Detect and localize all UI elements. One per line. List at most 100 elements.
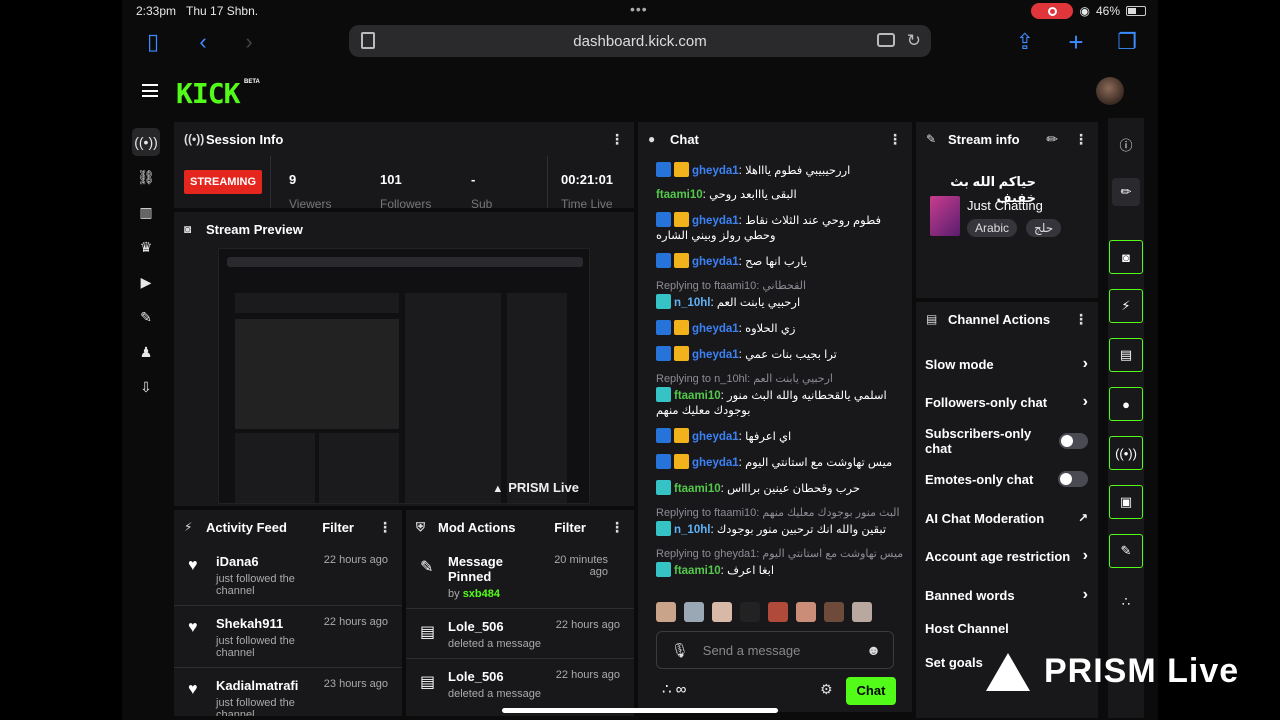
mic-icon[interactable]: 🎙 — [671, 642, 689, 659]
notes-icon[interactable]: ▤ — [1109, 338, 1143, 372]
home-indicator[interactable] — [502, 708, 778, 713]
address-bar[interactable]: dashboard.kick.com ↻ — [349, 25, 931, 57]
chat-message[interactable]: gheyda1: يارب انها صح — [656, 253, 904, 270]
emote[interactable] — [796, 602, 816, 622]
emote[interactable] — [768, 602, 788, 622]
lightning-icon[interactable]: ⚡ — [1109, 289, 1143, 323]
chat-icon[interactable]: ● — [1109, 387, 1143, 421]
users-icon[interactable]: ♟ — [132, 338, 160, 366]
chevron-right-icon: › — [1082, 355, 1088, 372]
chat-username[interactable]: ftaami10 — [674, 565, 721, 577]
chat-username[interactable]: gheyda1 — [692, 323, 739, 335]
new-tab-icon[interactable]: + — [1061, 28, 1091, 56]
chat-username[interactable]: gheyda1 — [692, 431, 739, 443]
gear-icon[interactable]: ⚙ — [820, 681, 833, 698]
chat-username[interactable]: ftaami10 — [674, 483, 721, 495]
extensions-icon[interactable] — [877, 33, 895, 47]
camera-icon[interactable]: ◙ — [1109, 240, 1143, 274]
edit-icon[interactable]: ✏ — [1046, 131, 1058, 148]
chat-extras-icon[interactable]: ∴ ∞ — [662, 680, 686, 698]
more-icon[interactable]: ⋮ — [1074, 131, 1088, 148]
chat-username[interactable]: gheyda1 — [692, 215, 739, 227]
chevron-right-icon: › — [1082, 393, 1088, 410]
back-icon[interactable]: ‹ — [188, 28, 218, 56]
ai-moderation-row[interactable]: AI Chat Moderation ↗ — [925, 508, 1088, 528]
chat-message[interactable]: ftaami10: حرب وقحطان عينين براااس — [656, 480, 904, 497]
sidebar-icon[interactable]: ▯ — [138, 28, 168, 56]
followers-only-row[interactable]: Followers-only chat › — [925, 392, 1088, 412]
share-icon[interactable]: ⇪ — [1010, 28, 1040, 56]
chat-message[interactable]: Replying to n_10hl: ارحبيي يابنت العم fta… — [656, 372, 904, 419]
channel-icon[interactable]: ▣ — [1109, 485, 1143, 519]
chat-message[interactable]: gheyda1: فطوم روحي عند الثلاث نقاط وحطي … — [656, 212, 904, 244]
link-icon[interactable]: ⛓ — [132, 163, 160, 191]
broadcast-icon[interactable]: ((•)) — [1109, 436, 1143, 470]
chat-username[interactable]: n_10hl — [674, 524, 710, 536]
subscribers-only-row: Subscribers-only chat — [925, 426, 1088, 456]
trophy-icon[interactable]: ♛ — [132, 233, 160, 261]
screen-record-indicator[interactable] — [1031, 3, 1074, 19]
chat-username[interactable]: gheyda1 — [692, 165, 739, 177]
info-icon[interactable]: ⓘ — [1112, 130, 1140, 158]
emotes-only-toggle[interactable] — [1058, 471, 1088, 487]
activity-feed-header: ⚡ Activity Feed Filter ⋮ — [174, 510, 402, 544]
chat-username[interactable]: gheyda1 — [692, 256, 739, 268]
slow-mode-row[interactable]: Slow mode › — [925, 354, 1088, 374]
banned-words-row[interactable]: Banned words › — [925, 585, 1088, 605]
more-icon[interactable]: ⋮ — [1074, 311, 1088, 328]
send-chat-button[interactable]: Chat — [846, 677, 896, 705]
host-channel-row[interactable]: Host Channel — [925, 618, 1088, 638]
emote[interactable] — [740, 602, 760, 622]
payout-icon[interactable]: ⇩ — [132, 373, 160, 401]
chat-message[interactable]: Replying to ftaami10: البث منور بوجودك م… — [656, 506, 904, 538]
message-placeholder[interactable]: Send a message — [703, 643, 801, 658]
filter-button[interactable]: Filter — [554, 520, 586, 535]
analytics-icon[interactable]: ▥ — [132, 198, 160, 226]
emote[interactable] — [852, 602, 872, 622]
chat-message[interactable]: Replying to ftaami10: القحطاني n_10hl: ار… — [656, 279, 904, 311]
chat-message[interactable]: gheyda1: ميس تهاوشت مع استانتي اليوم — [656, 454, 904, 471]
edit-icon[interactable]: ✏ — [1112, 178, 1140, 206]
chat-message[interactable]: gheyda1: زي الحلاوه — [656, 320, 904, 337]
chat-username[interactable]: ftaami10 — [656, 189, 703, 201]
emote[interactable] — [656, 602, 676, 622]
more-dots-icon[interactable]: ∴ — [1112, 588, 1140, 616]
video-icon[interactable]: ▶ — [132, 268, 160, 296]
chat-username[interactable]: n_10hl — [674, 297, 710, 309]
broadcast-icon[interactable]: ((•)) — [132, 128, 160, 156]
stream-preview-video[interactable]: PRISM Live — [218, 248, 590, 504]
emote[interactable] — [684, 602, 704, 622]
emote[interactable] — [824, 602, 844, 622]
account-age-row[interactable]: Account age restriction › — [925, 546, 1088, 566]
message-input[interactable]: 🎙 Send a message ☻ — [656, 631, 894, 669]
chat-username[interactable]: ftaami10 — [674, 390, 721, 402]
wrench-icon[interactable]: ✎ — [1109, 534, 1143, 568]
status-time: 2:33pm Thu 17 Shbn. — [136, 4, 259, 18]
chat-message[interactable]: ftaami10: البقى يااابعد روحي — [656, 188, 904, 203]
tabs-icon[interactable]: ❐ — [1112, 28, 1142, 56]
chat-message[interactable]: gheyda1: اررحيبيبي فطوم ياااهلا — [656, 162, 904, 179]
chat-message[interactable]: Replying to gheyda1: ميس تهاوشت مع استان… — [656, 547, 904, 579]
url-text[interactable]: dashboard.kick.com — [573, 33, 706, 50]
chat-message[interactable]: gheyda1: ترا بجيب بنات عمي — [656, 346, 904, 363]
menu-icon[interactable] — [142, 84, 158, 97]
more-icon[interactable]: ⋮ — [610, 519, 624, 536]
heart-icon: ♥ — [188, 681, 198, 698]
chat-message[interactable]: gheyda1: اي اعرفها — [656, 428, 904, 445]
emote[interactable] — [712, 602, 732, 622]
chat-username[interactable]: gheyda1 — [692, 457, 739, 469]
user-avatar[interactable] — [1096, 77, 1124, 105]
reader-icon[interactable] — [361, 32, 375, 49]
kick-logo[interactable]: KICK — [176, 77, 240, 110]
more-icon[interactable]: ⋮ — [610, 131, 624, 148]
more-icon[interactable]: ⋮ — [378, 519, 392, 536]
filter-button[interactable]: Filter — [322, 520, 354, 535]
emoji-icon[interactable]: ☻ — [866, 642, 881, 658]
multitask-dots[interactable]: ••• — [630, 1, 648, 17]
subscribers-only-toggle[interactable] — [1058, 433, 1088, 449]
forward-icon[interactable]: › — [234, 28, 264, 56]
reload-icon[interactable]: ↻ — [907, 31, 921, 51]
wrench-icon[interactable]: ✎ — [132, 303, 160, 331]
more-icon[interactable]: ⋮ — [888, 131, 902, 148]
chat-username[interactable]: gheyda1 — [692, 349, 739, 361]
